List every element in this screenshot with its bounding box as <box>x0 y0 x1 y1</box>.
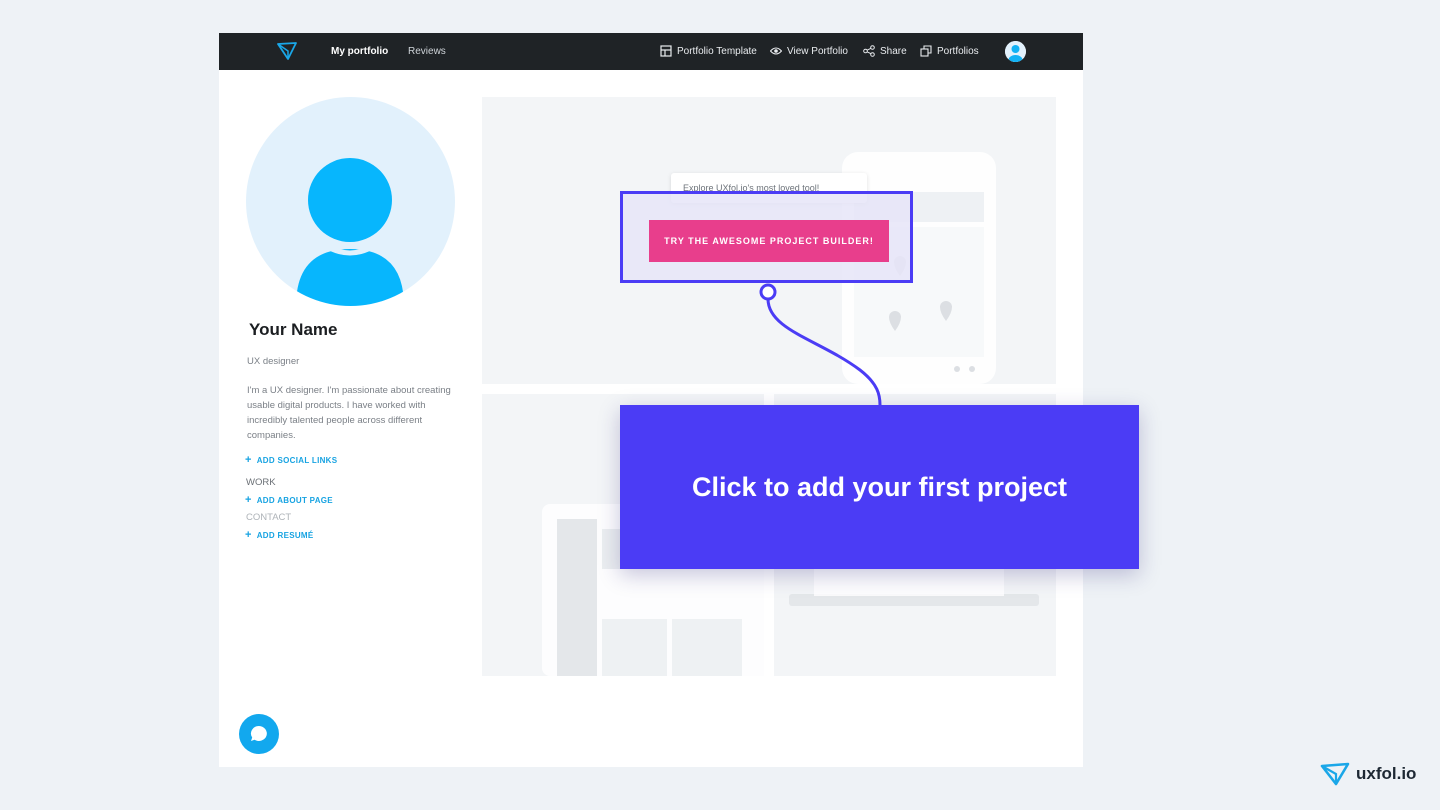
brand-name: uxfol.io <box>1356 764 1417 783</box>
share-label: Share <box>880 45 907 57</box>
profile-bio[interactable]: I'm a UX designer. I'm passionate about … <box>247 383 459 443</box>
top-nav: My portfolio Reviews Portfolio Template … <box>219 33 1083 70</box>
nav-contact[interactable]: CONTACT <box>246 512 291 523</box>
add-social-links-link[interactable]: + ADD SOCIAL LINKS <box>245 454 337 466</box>
profile-name[interactable]: Your Name <box>249 320 338 340</box>
plus-icon: + <box>245 529 252 541</box>
nav-my-portfolio[interactable]: My portfolio <box>331 46 388 57</box>
user-avatar-icon[interactable] <box>1005 41 1026 62</box>
nav-reviews[interactable]: Reviews <box>408 46 446 57</box>
copy-icon <box>920 45 932 57</box>
add-about-page-label: ADD ABOUT PAGE <box>256 495 333 505</box>
add-about-page-link[interactable]: + ADD ABOUT PAGE <box>245 494 333 506</box>
profile-role[interactable]: UX designer <box>247 356 299 367</box>
plus-icon: + <box>245 454 252 466</box>
view-portfolio-button[interactable]: View Portfolio <box>770 45 848 57</box>
profile-placeholder-icon <box>296 158 404 306</box>
profile-picture[interactable] <box>246 97 455 306</box>
app-window: My portfolio Reviews Portfolio Template … <box>219 33 1083 767</box>
logo-icon[interactable] <box>277 42 297 60</box>
share-icon <box>863 45 875 57</box>
share-button[interactable]: Share <box>863 45 907 57</box>
nav-work[interactable]: WORK <box>246 477 276 488</box>
layout-icon <box>660 45 672 57</box>
portfolio-template-button[interactable]: Portfolio Template <box>660 45 757 57</box>
add-resume-link[interactable]: + ADD RESUMÉ <box>245 529 314 541</box>
eye-icon <box>770 47 782 55</box>
chat-button[interactable] <box>239 714 279 754</box>
add-social-links-label: ADD SOCIAL LINKS <box>256 455 338 465</box>
plus-icon: + <box>245 494 252 506</box>
chat-icon <box>250 725 267 741</box>
brand-logo: uxfol.io <box>1320 762 1416 786</box>
add-resume-label: ADD RESUMÉ <box>256 530 314 540</box>
view-portfolio-label: View Portfolio <box>787 45 848 57</box>
try-project-builder-button[interactable]: TRY THE AWESOME PROJECT BUILDER! <box>649 220 889 262</box>
portfolio-template-label: Portfolio Template <box>677 45 757 57</box>
uxfolio-logo-icon <box>1320 762 1350 786</box>
portfolios-button[interactable]: Portfolios <box>920 45 979 57</box>
portfolios-label: Portfolios <box>937 45 979 57</box>
add-first-project-card[interactable]: Click to add your first project <box>620 405 1139 569</box>
